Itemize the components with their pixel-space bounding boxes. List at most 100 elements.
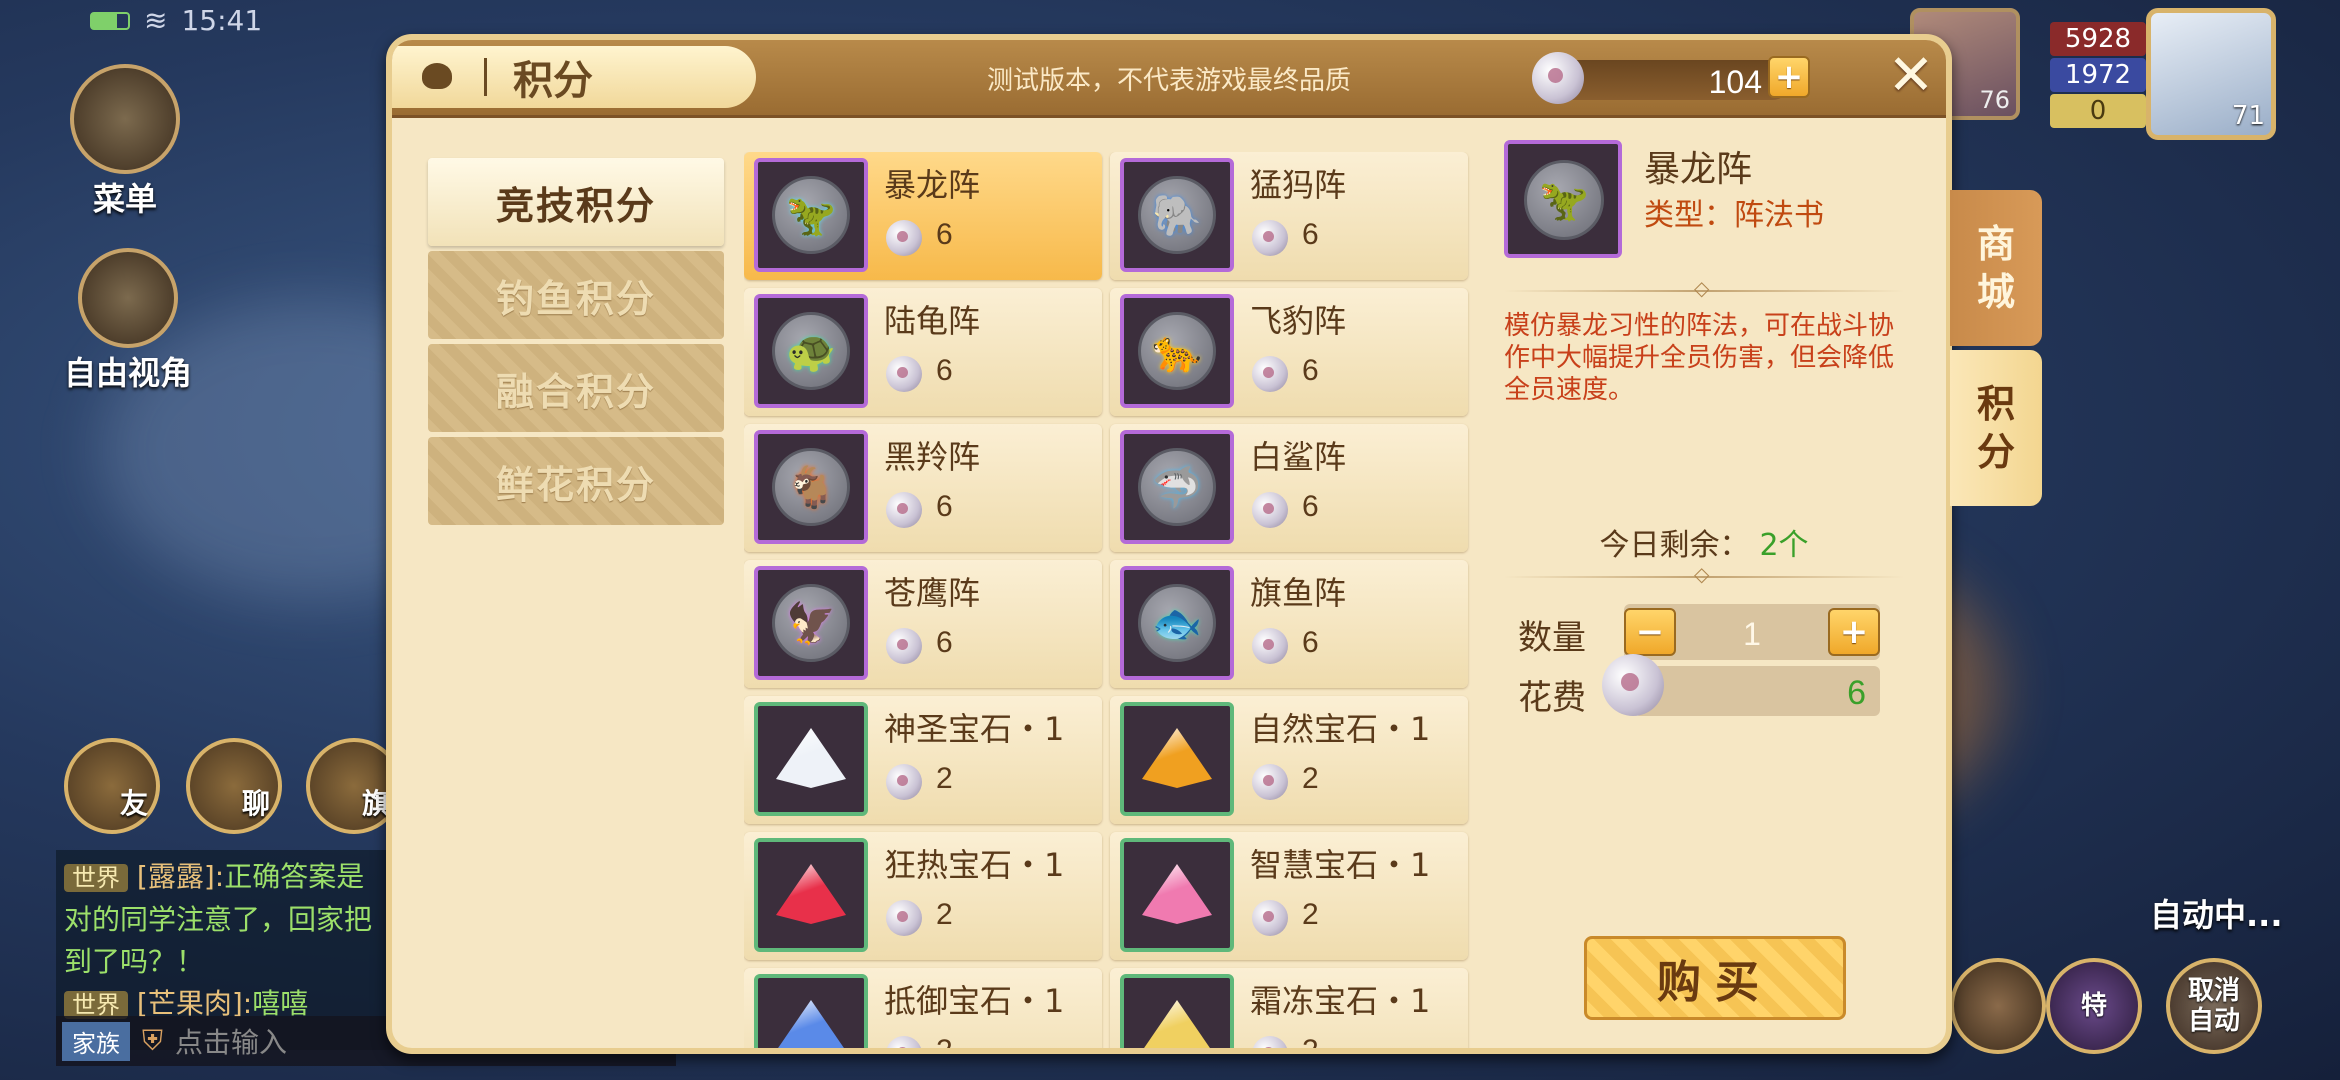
shop-item[interactable]: 抵御宝石・1 2	[744, 968, 1102, 1054]
item-icon-frame	[1120, 702, 1234, 816]
buy-button[interactable]: 购买	[1584, 936, 1846, 1020]
quantity-stepper[interactable]: 1 − +	[1624, 604, 1880, 660]
add-points-button[interactable]: +	[1768, 56, 1810, 98]
item-price: 6	[1302, 354, 1319, 387]
pet-skill-button[interactable]: 特	[2046, 958, 2142, 1054]
item-icon-frame	[1120, 974, 1234, 1048]
pet-level: 76	[1979, 86, 2010, 114]
remaining-value: 2个	[1759, 528, 1809, 563]
egg-coin-icon	[1602, 654, 1664, 716]
item-name: 飞豹阵	[1250, 302, 1347, 340]
item-icon-frame	[1120, 838, 1234, 952]
item-price: 2	[1302, 762, 1319, 795]
shop-item[interactable]: 🐘 猛犸阵 6	[1110, 152, 1468, 280]
category-tab[interactable]: 竞技积分	[428, 158, 724, 246]
item-name: 狂热宝石・1	[884, 846, 1065, 884]
divider	[1504, 276, 1904, 300]
item-detail: 🦖 暴龙阵 类型：阵法书 模仿暴龙习性的阵法，可在战斗协作中大幅提升全员伤害，但…	[1504, 140, 1924, 1040]
chat-input[interactable]: 点击输入	[175, 1021, 287, 1061]
friend-button[interactable]: 友	[64, 738, 160, 834]
shop-item[interactable]: 🐐 黑羚阵 6	[744, 424, 1102, 552]
cancel-auto-button[interactable]: 取消自动	[2166, 958, 2262, 1054]
menu-button[interactable]: 菜单	[60, 64, 190, 220]
cost-field: 6	[1634, 666, 1880, 716]
tab-shop-label: 商城	[1976, 222, 2015, 314]
cost-value: 6	[1847, 674, 1866, 712]
shop-item[interactable]: 🦖 暴龙阵 6	[744, 152, 1102, 280]
category-tab[interactable]: 融合积分	[428, 344, 724, 432]
player-level: 71	[2231, 101, 2265, 131]
item-icon-frame: 🐘	[1120, 158, 1234, 272]
panel-header: 积分 测试版本，不代表游戏最终品质 104 + ✕	[392, 40, 1946, 118]
tab-shop[interactable]: 商城	[1950, 190, 2042, 346]
panel-title-tab: 积分	[392, 46, 756, 108]
points-shop-panel: 积分 测试版本，不代表游戏最终品质 104 + ✕ 竞技积分 钓鱼积分 融合积分 鲜花…	[386, 34, 1952, 1054]
shop-item[interactable]: 神圣宝石・1 2	[744, 696, 1102, 824]
item-price: 2	[1302, 1034, 1319, 1054]
item-price: 6	[1302, 626, 1319, 659]
daily-remaining: 今日剩余： 2个	[1504, 520, 1904, 564]
player-portrait[interactable]: 71	[2146, 8, 2276, 140]
menu-icon	[70, 64, 180, 174]
egg-coin-icon	[886, 220, 922, 256]
shop-item[interactable]: 🦅 苍鹰阵 6	[744, 560, 1102, 688]
shop-item[interactable]: 🐆 飞豹阵 6	[1110, 288, 1468, 416]
panel-title: 积分	[513, 58, 593, 104]
detail-name: 暴龙阵	[1644, 149, 1753, 190]
chat-button[interactable]: 聊	[186, 738, 282, 834]
shop-item[interactable]: 霜冻宝石・1 2	[1110, 968, 1468, 1054]
family-channel-tag[interactable]: 家族	[62, 1021, 130, 1061]
item-name: 白鲨阵	[1250, 438, 1347, 476]
egg-coin-icon	[886, 628, 922, 664]
item-name: 自然宝石・1	[1250, 710, 1431, 748]
blue-gem-icon	[776, 1000, 846, 1048]
category-tab[interactable]: 钓鱼积分	[428, 251, 724, 339]
category-tab[interactable]: 鲜花积分	[428, 437, 724, 525]
item-price: 2	[936, 898, 953, 931]
item-glyph: 🐐	[786, 464, 836, 511]
shop-item[interactable]: 自然宝石・1 2	[1110, 696, 1468, 824]
shield-icon: ⛨	[142, 1024, 164, 1057]
item-price: 6	[1302, 490, 1319, 523]
egg-coin-icon	[1252, 1036, 1288, 1048]
chat-sender: [露露]:	[136, 860, 225, 893]
egg-coin-icon	[1252, 220, 1288, 256]
skill-button[interactable]	[1950, 958, 2046, 1054]
item-name: 猛犸阵	[1250, 166, 1347, 204]
item-price: 6	[936, 626, 953, 659]
decrease-quantity-button[interactable]: −	[1624, 608, 1676, 656]
amber-gem-icon	[1142, 728, 1212, 788]
shop-item[interactable]: 🐢 陆龟阵 6	[744, 288, 1102, 416]
detail-icon-frame: 🦖	[1504, 140, 1622, 258]
item-grid[interactable]: 🦖 暴龙阵 6 🐘 猛犸阵 6 🐢 陆龟阵 6 🐆 飞豹阵 6 🐐 黑羚阵 6 🦈 白鲨阵 6 🦅 苍鹰阵 6 🐟 旗鱼阵 6…	[744, 152, 1484, 1054]
increase-quantity-button[interactable]: +	[1828, 608, 1880, 656]
shop-item[interactable]: 🦈 白鲨阵 6	[1110, 424, 1468, 552]
egg-coin-icon	[1252, 900, 1288, 936]
egg-coin-icon	[886, 764, 922, 800]
item-glyph: 🦈	[1152, 464, 1202, 511]
divider	[1504, 562, 1904, 586]
title-separator	[484, 58, 487, 96]
close-button[interactable]: ✕	[1882, 48, 1940, 106]
stat-rage: 0	[2050, 94, 2146, 128]
free-view-button[interactable]: 自由视角	[48, 248, 208, 394]
free-view-label: 自由视角	[63, 354, 192, 392]
shop-item[interactable]: 狂热宝石・1 2	[744, 832, 1102, 960]
shop-item[interactable]: 🐟 旗鱼阵 6	[1110, 560, 1468, 688]
remaining-label: 今日剩余：	[1599, 528, 1750, 563]
shop-item[interactable]: 智慧宝石・1 2	[1110, 832, 1468, 960]
tab-points[interactable]: 积分	[1950, 350, 2042, 506]
white-gem-icon	[776, 728, 846, 788]
item-glyph: 🐢	[786, 328, 836, 375]
antelope-icon: 🐐	[772, 448, 850, 526]
chat-line: 到了吗？！	[64, 945, 205, 978]
item-name: 苍鹰阵	[884, 574, 981, 612]
item-glyph: 🐟	[1152, 600, 1202, 647]
item-price: 2	[936, 1034, 953, 1054]
item-icon-frame: 🦈	[1120, 430, 1234, 544]
egg-coin-icon	[1252, 764, 1288, 800]
egg-coin-icon	[886, 900, 922, 936]
egg-coin-icon	[1532, 52, 1584, 104]
stat-mp: 1972	[2050, 58, 2146, 92]
item-price: 6	[1302, 218, 1319, 251]
